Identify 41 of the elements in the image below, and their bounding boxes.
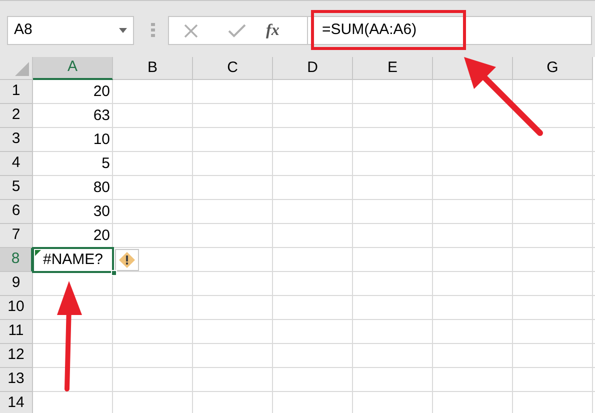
formula-field[interactable]: =SUM(AA:A6) [307,16,592,45]
error-indicator-icon [35,250,41,256]
table-cell[interactable]: 10 [33,128,113,152]
table-cell[interactable]: 80 [33,176,113,200]
column-header[interactable]: D [273,57,353,80]
column-header[interactable]: G [513,57,593,80]
name-box[interactable]: A8 [7,16,134,45]
column-header[interactable]: E [353,57,433,80]
table-cell[interactable]: 5 [33,152,113,176]
column-header[interactable]: C [193,57,273,80]
row-header[interactable]: 13 [0,368,33,392]
table-cell[interactable]: 63 [33,104,113,128]
cancel-icon[interactable] [183,22,199,38]
formula-text: =SUM(AA:A6) [322,20,417,40]
row-header[interactable]: 3 [0,128,33,152]
row-header[interactable]: 8 [0,248,33,272]
column-header[interactable]: B [113,57,193,80]
table-cell[interactable]: 20 [33,224,113,248]
table-cell[interactable]: 30 [33,200,113,224]
column-header[interactable]: A [33,57,113,80]
row-header[interactable]: 6 [0,200,33,224]
grip-icon [151,23,155,37]
row-header[interactable]: 9 [0,272,33,296]
row-header[interactable]: 5 [0,176,33,200]
cell-reference: A8 [14,20,32,40]
row-header[interactable]: 11 [0,320,33,344]
row-header[interactable]: 10 [0,296,33,320]
fill-handle[interactable] [111,270,117,276]
arrow-icon [462,55,546,139]
row-header[interactable]: 7 [0,224,33,248]
row-header[interactable]: 1 [0,80,33,104]
row-header[interactable]: 14 [0,392,33,413]
table-cell[interactable]: 20 [33,80,113,104]
insert-function-button[interactable]: fx [266,18,280,42]
row-header[interactable]: 12 [0,344,33,368]
checkmark-icon[interactable] [228,24,246,38]
dropdown-icon [119,28,127,33]
table-cell[interactable]: #NAME? [33,248,113,272]
row-header[interactable]: 4 [0,152,33,176]
row-header[interactable]: 2 [0,104,33,128]
error-warning-button[interactable] [115,249,139,271]
